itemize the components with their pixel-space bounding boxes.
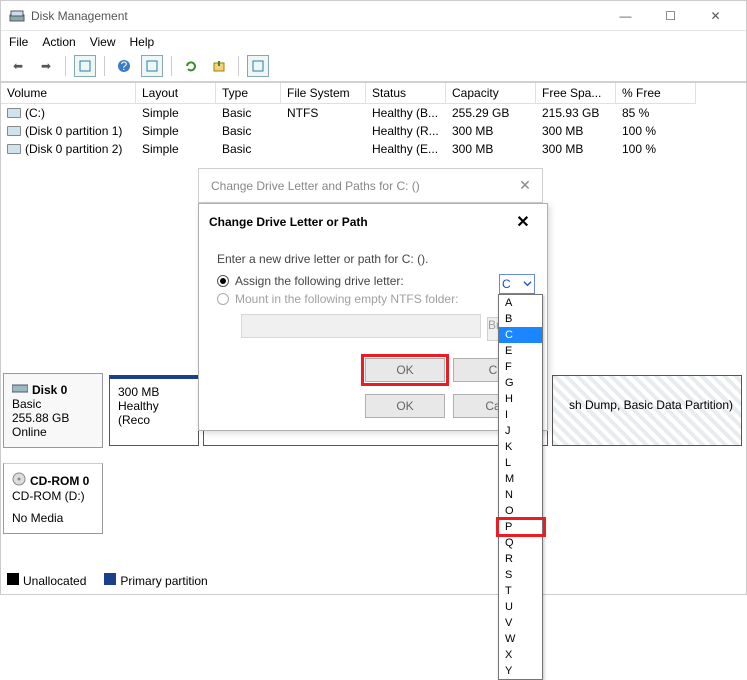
refresh-icon[interactable] xyxy=(180,55,202,77)
letter-option-M[interactable]: M xyxy=(499,471,542,487)
toolbar-icon-3[interactable] xyxy=(247,55,269,77)
menubar: File Action View Help xyxy=(1,31,746,53)
radio-assign-letter[interactable]: Assign the following drive letter: xyxy=(217,274,529,288)
letter-option-A[interactable]: A xyxy=(499,295,542,311)
letter-option-B[interactable]: B xyxy=(499,311,542,327)
chevron-down-icon xyxy=(523,277,532,291)
letter-option-V[interactable]: V xyxy=(499,615,542,631)
ok-button-outer[interactable]: OK xyxy=(365,394,445,418)
dialog-change-letter: Change Drive Letter or Path ✕ Enter a ne… xyxy=(198,203,548,431)
radio-mount-folder[interactable]: Mount in the following empty NTFS folder… xyxy=(217,292,529,306)
radio-unselected-icon xyxy=(217,293,229,305)
dialog1-close-icon[interactable]: ✕ xyxy=(508,177,542,194)
letter-option-G[interactable]: G xyxy=(499,375,542,391)
col-filesystem[interactable]: File System xyxy=(281,83,366,104)
col-status[interactable]: Status xyxy=(366,83,446,104)
letter-option-T[interactable]: T xyxy=(499,583,542,599)
col-free[interactable]: Free Spa... xyxy=(536,83,616,104)
col-capacity[interactable]: Capacity xyxy=(446,83,536,104)
menu-view[interactable]: View xyxy=(90,35,116,49)
table-row[interactable]: (Disk 0 partition 2)SimpleBasicHealthy (… xyxy=(1,140,746,158)
letter-option-H[interactable]: H xyxy=(499,391,542,407)
cdrom-icon xyxy=(12,472,26,489)
letter-option-O[interactable]: O xyxy=(499,503,542,519)
ok-button-inner[interactable]: OK xyxy=(365,358,445,382)
back-button[interactable]: ⬅ xyxy=(7,55,29,77)
letter-option-J[interactable]: J xyxy=(499,423,542,439)
menu-action[interactable]: Action xyxy=(42,35,75,49)
letter-option-Y[interactable]: Y xyxy=(499,663,542,679)
letter-option-I[interactable]: I xyxy=(499,407,542,423)
mount-path-input xyxy=(241,314,481,338)
menu-file[interactable]: File xyxy=(9,35,28,49)
letter-option-E[interactable]: E xyxy=(499,343,542,359)
letter-option-W[interactable]: W xyxy=(499,631,542,647)
col-type[interactable]: Type xyxy=(216,83,281,104)
letter-option-L[interactable]: L xyxy=(499,455,542,471)
dialog1-title: Change Drive Letter and Paths for C: () xyxy=(199,179,508,193)
letter-option-C[interactable]: C xyxy=(499,327,542,343)
col-pctfree[interactable]: % Free xyxy=(616,83,696,104)
letter-option-P[interactable]: P xyxy=(499,519,542,535)
letter-option-R[interactable]: R xyxy=(499,551,542,567)
titlebar: Disk Management — ☐ ✕ xyxy=(1,1,746,31)
col-layout[interactable]: Layout xyxy=(136,83,216,104)
help-icon[interactable]: ? xyxy=(113,55,135,77)
legend: Unallocated Primary partition xyxy=(7,573,208,588)
letter-option-U[interactable]: U xyxy=(499,599,542,615)
drive-letter-combo[interactable]: C xyxy=(499,274,535,294)
close-button[interactable]: ✕ xyxy=(693,2,738,30)
forward-button[interactable]: ➡ xyxy=(35,55,57,77)
letter-option-X[interactable]: X xyxy=(499,647,542,663)
col-volume[interactable]: Volume xyxy=(1,83,136,104)
disk-icon xyxy=(12,382,28,397)
toolbar: ⬅ ➡ ? xyxy=(1,53,746,82)
maximize-button[interactable]: ☐ xyxy=(648,2,693,30)
action-icon[interactable] xyxy=(208,55,230,77)
toolbar-icon-1[interactable] xyxy=(74,55,96,77)
cdrom-row: CD-ROM 0 CD-ROM (D:) No Media xyxy=(1,461,746,536)
letter-option-F[interactable]: F xyxy=(499,359,542,375)
table-row[interactable]: (C:)SimpleBasicNTFSHealthy (B...255.29 G… xyxy=(1,104,746,122)
letter-option-Q[interactable]: Q xyxy=(499,535,542,551)
dialog-change-paths: Change Drive Letter and Paths for C: () … xyxy=(198,168,543,203)
dialog2-prompt: Enter a new drive letter or path for C: … xyxy=(217,252,529,266)
drive-letter-dropdown[interactable]: ABCEFGHIJKLMNOPQRSTUVWXY xyxy=(498,294,543,680)
disk-mgmt-icon xyxy=(9,8,25,24)
toolbar-icon-2[interactable] xyxy=(141,55,163,77)
letter-option-K[interactable]: K xyxy=(499,439,542,455)
radio-selected-icon xyxy=(217,275,229,287)
cdrom-label[interactable]: CD-ROM 0 CD-ROM (D:) No Media xyxy=(3,463,103,534)
partition-right[interactable]: sh Dump, Basic Data Partition) xyxy=(552,375,742,446)
minimize-button[interactable]: — xyxy=(603,2,648,30)
letter-option-S[interactable]: S xyxy=(499,567,542,583)
letter-option-N[interactable]: N xyxy=(499,487,542,503)
svg-text:?: ? xyxy=(121,59,128,73)
table-row[interactable]: (Disk 0 partition 1)SimpleBasicHealthy (… xyxy=(1,122,746,140)
menu-help[interactable]: Help xyxy=(130,35,155,49)
partition-1[interactable]: 300 MB Healthy (Reco xyxy=(109,375,199,446)
dialog2-title: Change Drive Letter or Path xyxy=(209,215,509,229)
window-title: Disk Management xyxy=(31,9,603,23)
dialog2-close-icon[interactable]: ✕ xyxy=(509,212,537,232)
disk0-label[interactable]: Disk 0 Basic 255.88 GB Online xyxy=(3,373,103,448)
volume-table: Volume Layout Type File System Status Ca… xyxy=(1,82,746,158)
